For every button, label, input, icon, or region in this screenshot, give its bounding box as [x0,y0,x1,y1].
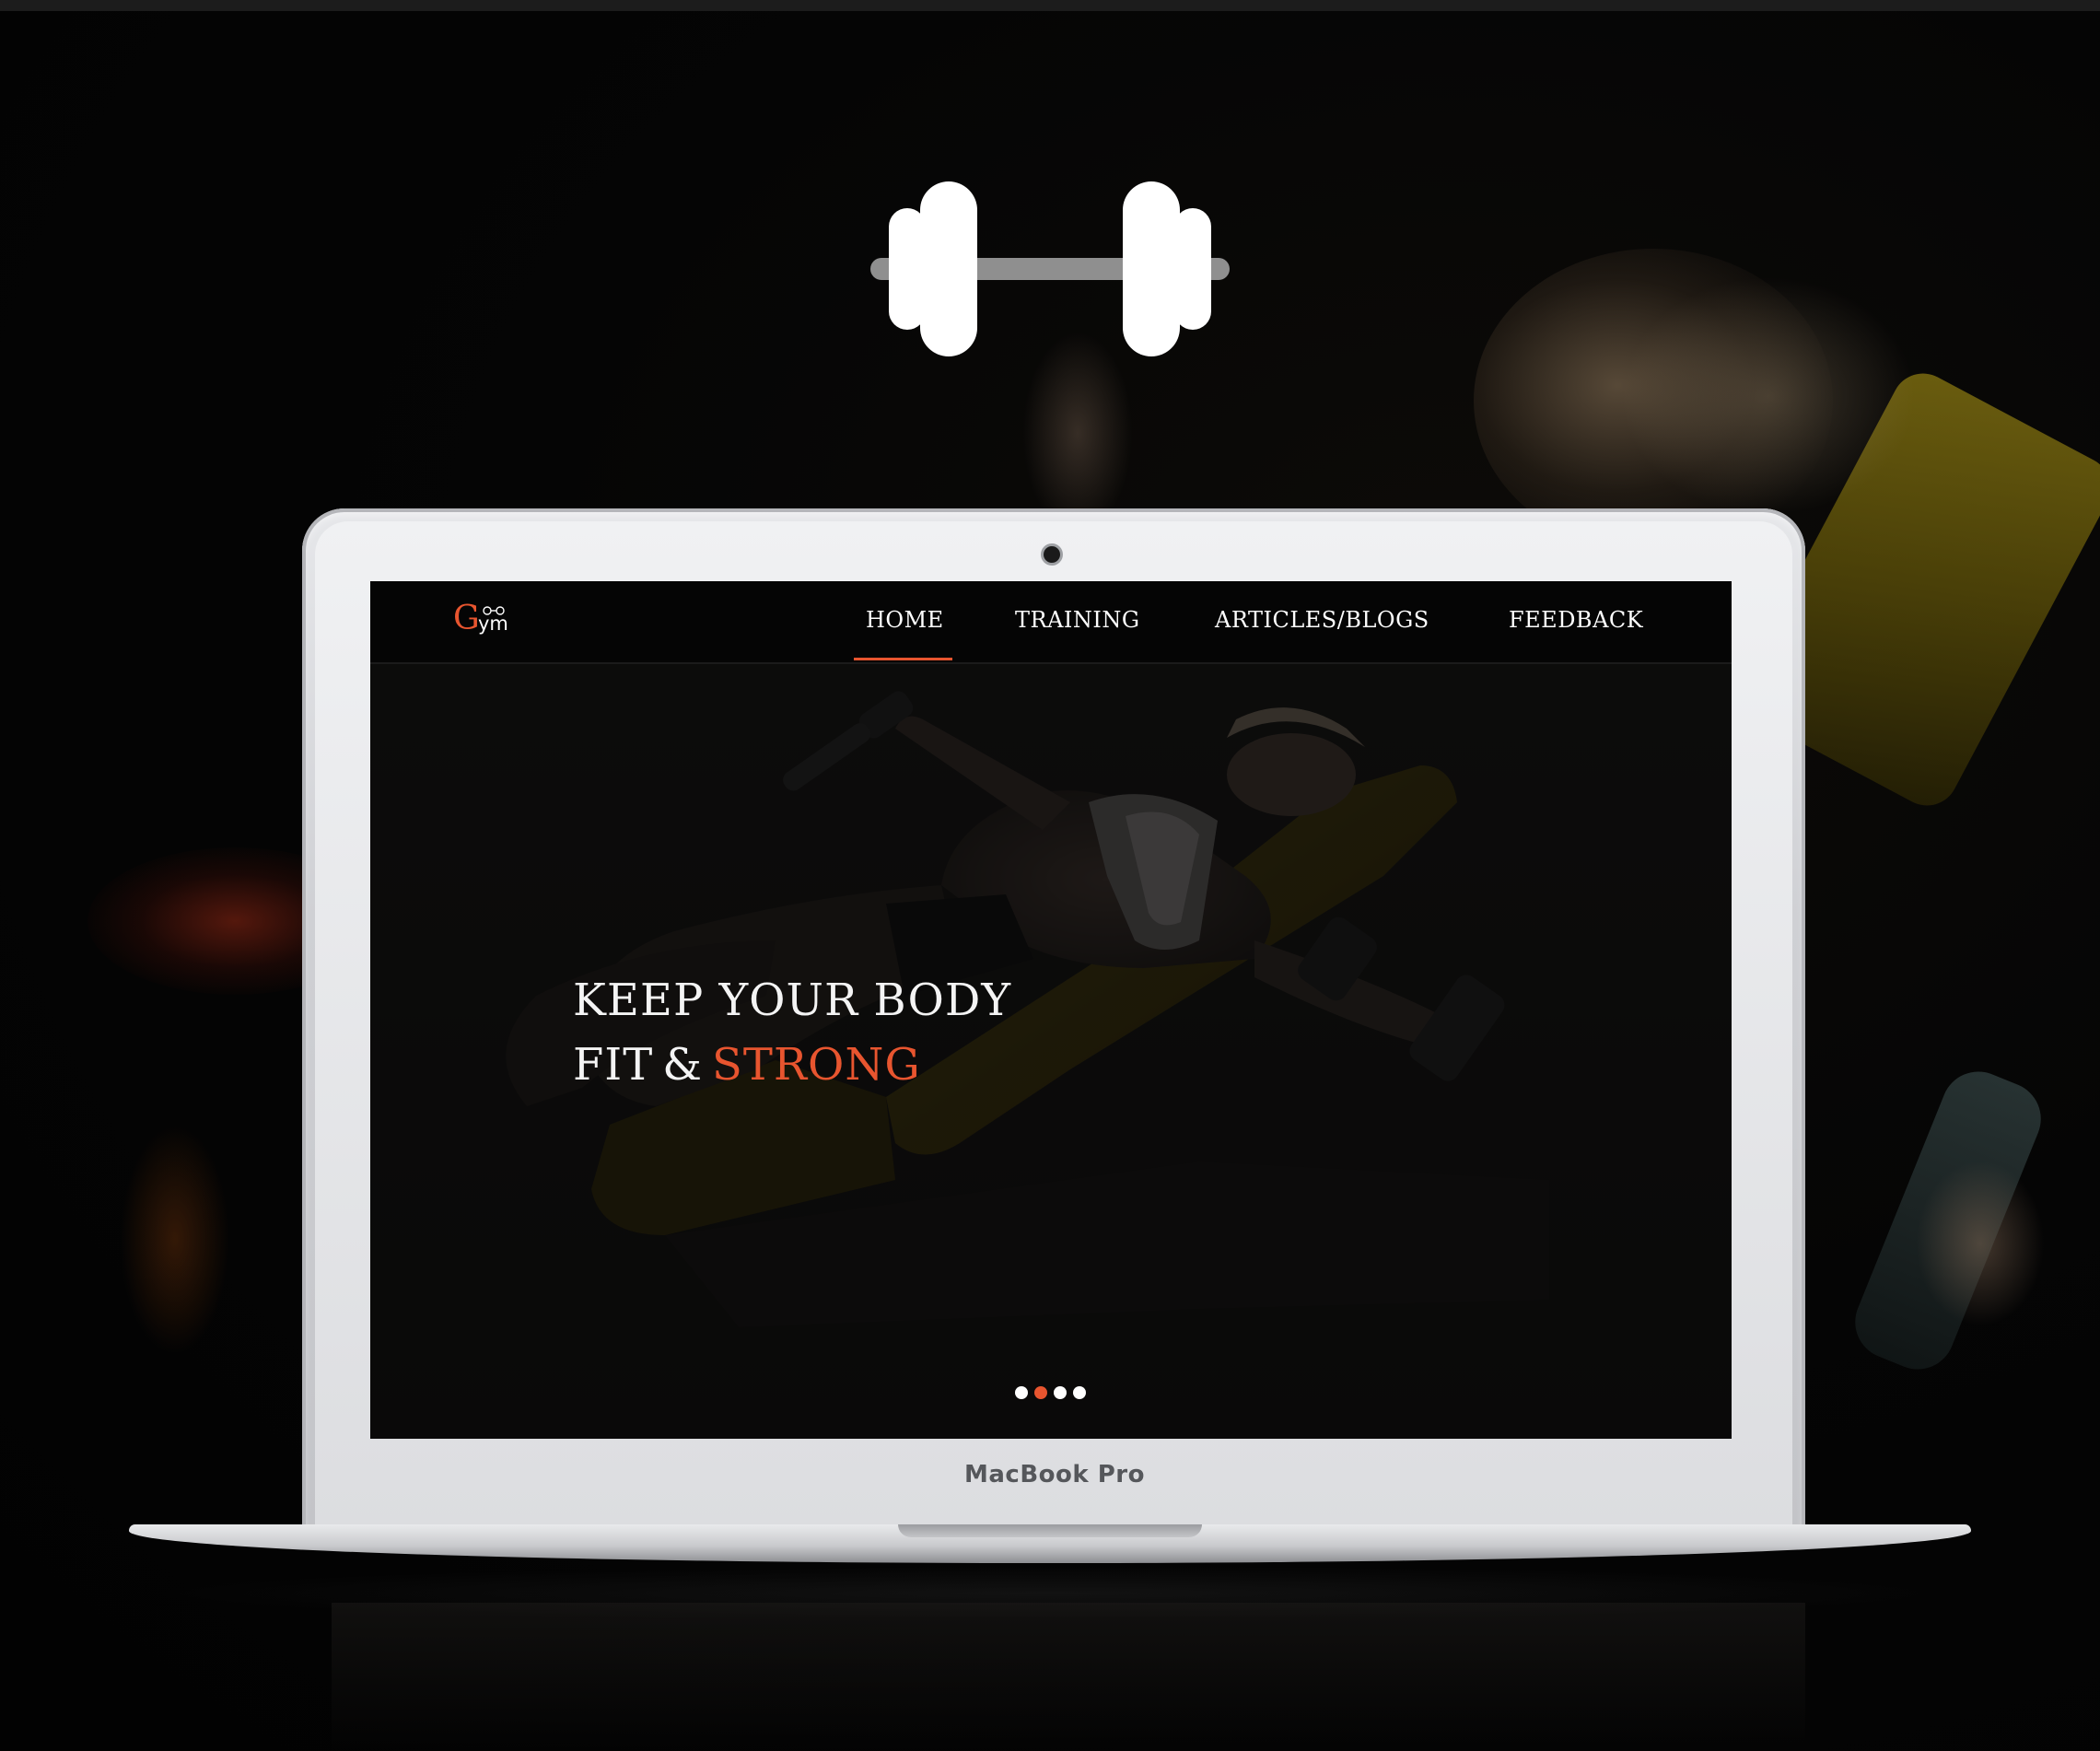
hero-headline-line-1: KEEP YOUR BODY [573,975,1012,1026]
nav-item-feedback[interactable]: FEEDBACK [1509,607,1643,633]
hero-ampersand: & [662,1039,704,1091]
carousel-dot-2[interactable] [1034,1386,1047,1399]
hero-headline-line-2: FIT & STRONG [573,1033,1011,1097]
site-header: G ym HOME TRAINING ARTICLES/BLOGS FEEDBA… [370,581,1732,664]
laptop-notch [898,1524,1202,1537]
hero-banner: KEEP YOUR BODY FIT & STRONG [370,664,1732,1439]
carousel-dot-3[interactable] [1054,1386,1067,1399]
active-nav-indicator [854,658,952,660]
background-athlete-arm [1022,332,1133,534]
camera-icon [1044,546,1060,563]
nav-item-home[interactable]: HOME [866,607,944,633]
carousel-dot-4[interactable] [1073,1386,1086,1399]
background-light-left-lower [120,1124,230,1354]
hero-headline: KEEP YOUR BODY FIT & STRONG [573,968,1011,1097]
presentation-scene: G ym HOME TRAINING ARTICLES/BLOGS FEEDBA… [0,0,2100,1751]
hero-word-strong: STRONG [712,1039,921,1091]
laptop-screen: G ym HOME TRAINING ARTICLES/BLOGS FEEDBA… [370,581,1732,1439]
floor-reflection [332,1603,1805,1751]
carousel-dot-1[interactable] [1015,1386,1028,1399]
carousel-dots [1015,1386,1098,1405]
hero-word-fit: FIT [573,1039,654,1091]
top-strip [0,0,2100,11]
laptop-brand-label: MacBook Pro [964,1461,1145,1488]
main-navigation: HOME TRAINING ARTICLES/BLOGS FEEDBACK [370,581,1732,662]
background-athlete-hand [1916,1161,2045,1326]
background-athlete-hair [1621,276,1916,516]
dumbbell-icon [870,181,1230,356]
nav-item-articles-blogs[interactable]: ARTICLES/BLOGS [1215,607,1429,633]
nav-item-training[interactable]: TRAINING [1015,607,1140,633]
